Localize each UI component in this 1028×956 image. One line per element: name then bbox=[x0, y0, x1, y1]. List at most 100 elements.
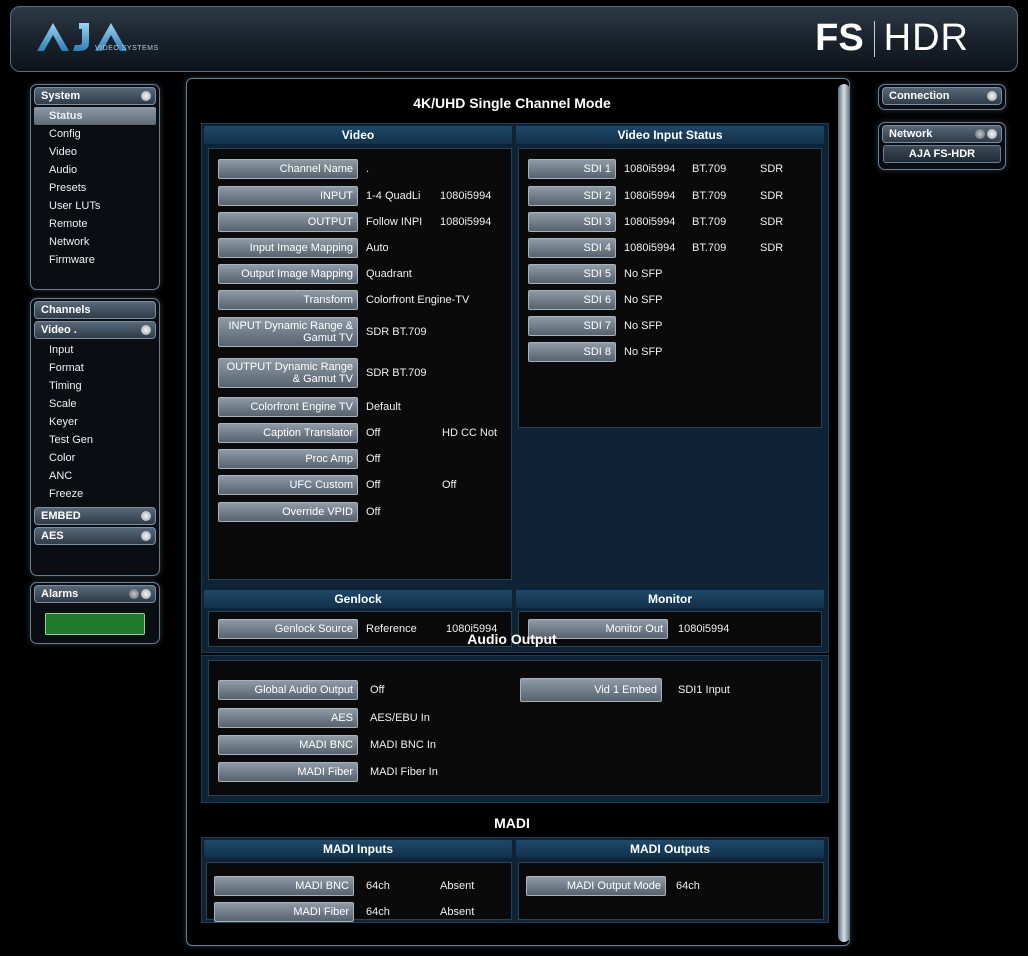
madi-fiber-audio-button[interactable]: MADI Fiber bbox=[218, 762, 358, 782]
brand-separator bbox=[873, 20, 875, 57]
channel-name-value: . bbox=[366, 163, 370, 175]
sidebar-item-color[interactable]: Color bbox=[31, 449, 159, 467]
sdi-6-format: No SFP bbox=[624, 294, 663, 306]
output-image-mapping-value: Quadrant bbox=[366, 268, 412, 280]
sidebar-item-anc[interactable]: ANC bbox=[31, 467, 159, 485]
madi-bnc-input-button[interactable]: MADI BNC bbox=[214, 876, 354, 896]
sidebar-item-timing[interactable]: Timing bbox=[31, 377, 159, 395]
sdi-1-colorspace: BT.709 bbox=[692, 163, 727, 175]
network-panel: Network AJA FS-HDR bbox=[878, 122, 1006, 170]
connection-panel: Connection bbox=[878, 84, 1006, 110]
sidebar-item-test-gen[interactable]: Test Gen bbox=[31, 431, 159, 449]
channels-header[interactable]: Channels bbox=[34, 301, 156, 319]
ufc-custom-value2: Off bbox=[442, 479, 457, 491]
sdi-7-format: No SFP bbox=[624, 320, 663, 332]
madi-fiber-channels: 64ch bbox=[366, 906, 390, 918]
sdi-2-colorspace: BT.709 bbox=[692, 190, 727, 202]
collapse-icon[interactable] bbox=[987, 129, 997, 139]
network-title: Network bbox=[889, 128, 933, 140]
madi-bnc-status: Absent bbox=[440, 880, 475, 892]
collapse-icon[interactable] bbox=[141, 91, 151, 101]
sdi-4-button[interactable]: SDI 4 bbox=[528, 238, 616, 258]
video-header[interactable]: Video . bbox=[34, 321, 156, 339]
transform-button[interactable]: Transform bbox=[218, 290, 358, 310]
madi-fiber-input-button[interactable]: MADI Fiber bbox=[214, 902, 354, 922]
sidebar-item-status[interactable]: Status bbox=[34, 107, 156, 125]
caption-translator-button[interactable]: Caption Translator bbox=[218, 423, 358, 443]
output-button[interactable]: OUTPUT bbox=[218, 212, 358, 232]
collapse-icon[interactable] bbox=[141, 589, 151, 599]
expand-icon[interactable] bbox=[141, 511, 151, 521]
sidebar-item-video[interactable]: Video bbox=[31, 143, 159, 161]
sdi-8-button[interactable]: SDI 8 bbox=[528, 342, 616, 362]
sdi-1-format: 1080i5994 bbox=[624, 163, 676, 175]
input-format: 1080i5994 bbox=[440, 190, 492, 202]
embed-header[interactable]: EMBED bbox=[34, 507, 156, 525]
main-content: 4K/UHD Single Channel Mode Video Video I… bbox=[186, 78, 850, 946]
refresh-icon[interactable] bbox=[975, 129, 985, 139]
sdi-4-range: SDR bbox=[760, 242, 784, 254]
madi-bnc-audio-button[interactable]: MADI BNC bbox=[218, 735, 358, 755]
monitor-header: Monitor bbox=[516, 590, 824, 608]
madi-group: MADI Inputs MADI Outputs MADI BNC 64ch A… bbox=[201, 837, 829, 923]
alarms-header[interactable]: Alarms bbox=[34, 585, 156, 603]
product-brand: FS HDR bbox=[815, 17, 969, 60]
connection-header[interactable]: Connection bbox=[882, 87, 1002, 105]
sdi-7-button[interactable]: SDI 7 bbox=[528, 316, 616, 336]
sdi-3-button[interactable]: SDI 3 bbox=[528, 212, 616, 232]
expand-icon[interactable] bbox=[141, 531, 151, 541]
aes-button[interactable]: AES bbox=[218, 708, 358, 728]
aes-value: AES/EBU In bbox=[370, 712, 430, 724]
sidebar-item-scale[interactable]: Scale bbox=[31, 395, 159, 413]
sidebar-item-input[interactable]: Input bbox=[31, 341, 159, 359]
sdi-4-colorspace: BT.709 bbox=[692, 242, 727, 254]
device-aja-fs-hdr[interactable]: AJA FS-HDR bbox=[883, 145, 1001, 163]
input-image-mapping-value: Auto bbox=[366, 242, 389, 254]
output-dynamic-range-button[interactable]: OUTPUT Dynamic Range & Gamut TV bbox=[218, 358, 358, 388]
aes-header[interactable]: AES bbox=[34, 527, 156, 545]
colorfront-engine-button[interactable]: Colorfront Engine TV bbox=[218, 397, 358, 417]
input-button[interactable]: INPUT bbox=[218, 186, 358, 206]
global-audio-output-button[interactable]: Global Audio Output bbox=[218, 680, 358, 700]
sidebar-item-freeze[interactable]: Freeze bbox=[31, 485, 159, 503]
refresh-icon[interactable] bbox=[129, 589, 139, 599]
channels-title: Channels bbox=[41, 304, 91, 316]
vid1-embed-value: SDI1 Input bbox=[678, 684, 730, 696]
collapse-icon[interactable] bbox=[141, 325, 151, 335]
video-header: Video bbox=[204, 126, 512, 144]
sdi-6-button[interactable]: SDI 6 bbox=[528, 290, 616, 310]
sidebar-item-presets[interactable]: Presets bbox=[31, 179, 159, 197]
sdi-5-button[interactable]: SDI 5 bbox=[528, 264, 616, 284]
mode-title: 4K/UHD Single Channel Mode bbox=[413, 95, 611, 111]
madi-output-mode-value: 64ch bbox=[676, 880, 700, 892]
expand-icon[interactable] bbox=[987, 91, 997, 101]
sidebar-item-format[interactable]: Format bbox=[31, 359, 159, 377]
sdi-1-button[interactable]: SDI 1 bbox=[528, 159, 616, 179]
sidebar-item-network[interactable]: Network bbox=[31, 233, 159, 251]
sidebar-item-remote[interactable]: Remote bbox=[31, 215, 159, 233]
app-header: VIDEO SYSTEMS FS HDR bbox=[10, 6, 1018, 72]
sidebar-item-user-luts[interactable]: User LUTs bbox=[31, 197, 159, 215]
sidebar-item-audio[interactable]: Audio bbox=[31, 161, 159, 179]
sidebar-item-keyer[interactable]: Keyer bbox=[31, 413, 159, 431]
proc-amp-button[interactable]: Proc Amp bbox=[218, 449, 358, 469]
sidebar-item-firmware[interactable]: Firmware bbox=[31, 251, 159, 269]
input-image-mapping-button[interactable]: Input Image Mapping bbox=[218, 238, 358, 258]
input-dynamic-range-button[interactable]: INPUT Dynamic Range & Gamut TV bbox=[218, 317, 358, 347]
channel-name-button[interactable]: Channel Name bbox=[218, 159, 358, 179]
override-vpid-button[interactable]: Override VPID bbox=[218, 502, 358, 522]
output-value: Follow INPI bbox=[366, 216, 423, 228]
vid1-embed-button[interactable]: Vid 1 Embed bbox=[520, 678, 662, 702]
network-header[interactable]: Network bbox=[882, 125, 1002, 143]
output-image-mapping-button[interactable]: Output Image Mapping bbox=[218, 264, 358, 284]
sdi-2-button[interactable]: SDI 2 bbox=[528, 186, 616, 206]
system-header[interactable]: System bbox=[34, 87, 156, 105]
main-scrollbar[interactable] bbox=[838, 84, 850, 942]
video-input-status-header: Video Input Status bbox=[516, 126, 824, 144]
sidebar-item-config[interactable]: Config bbox=[31, 125, 159, 143]
sdi-8-format: No SFP bbox=[624, 346, 663, 358]
override-vpid-value: Off bbox=[366, 506, 381, 518]
madi-output-mode-button[interactable]: MADI Output Mode bbox=[526, 876, 666, 896]
ufc-custom-button[interactable]: UFC Custom bbox=[218, 475, 358, 495]
genlock-header: Genlock bbox=[204, 590, 512, 608]
